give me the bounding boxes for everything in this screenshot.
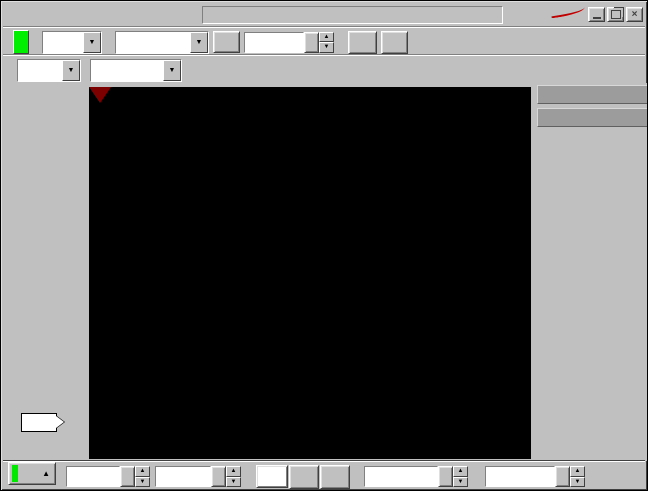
measurement-toolbar: ▼ ▼	[3, 55, 645, 84]
increment-button[interactable]: ▲	[135, 466, 150, 477]
chevron-down-icon[interactable]: ▼	[163, 59, 181, 81]
acq-mode-select[interactable]: ▼	[42, 30, 102, 54]
readout-panel	[537, 85, 647, 459]
keypad-icon[interactable]	[120, 466, 135, 487]
minimize-button[interactable]	[588, 7, 605, 22]
trigger-slope-button[interactable]	[213, 31, 240, 53]
vertical-offset-field[interactable]	[155, 466, 211, 487]
measurement-group-select[interactable]: ▼	[90, 58, 182, 82]
horizontal-position-field[interactable]	[485, 466, 555, 487]
decrement-button[interactable]: ▼	[453, 476, 468, 487]
measurement-category-select[interactable]: ▼	[17, 58, 81, 82]
chevron-up-icon: ▲	[42, 469, 50, 478]
keypad-icon[interactable]	[555, 466, 570, 487]
trigger-level-stepper: ▲ ▼	[319, 31, 334, 53]
horizontal-scale-stepper: ▲ ▼	[453, 466, 468, 487]
decrement-button[interactable]: ▼	[226, 476, 241, 487]
marker-arrow-icon	[56, 416, 64, 428]
chevron-down-icon[interactable]: ▼	[83, 31, 101, 53]
oscilloscope-app-window: × ▼ ▼ ▲ ▼ ▼ ▼ ▲ ▲ ▼ ▲ ▼ ▲ ▼ ▲ ▼	[0, 0, 648, 491]
vertical-scale-field[interactable]	[66, 466, 120, 487]
measurement-panel-header	[537, 108, 647, 127]
decrement-button[interactable]: ▼	[135, 476, 150, 487]
timebase-view-control	[256, 464, 350, 489]
vertical-scale-stepper: ▲ ▼	[135, 466, 150, 487]
horizontal-position-stepper: ▲ ▼	[570, 466, 585, 487]
trigger-source-select[interactable]: ▼	[115, 30, 209, 54]
vertical-scale-control: ▲ ▼	[66, 465, 150, 488]
channel-color-bar	[12, 465, 18, 482]
graticule-svg	[89, 87, 389, 237]
menu-bar: ×	[3, 3, 645, 26]
close-button[interactable]: ×	[626, 7, 643, 22]
zoom-2-button[interactable]	[320, 464, 350, 489]
increment-button[interactable]: ▲	[570, 466, 585, 477]
horizontal-scale-control: ▲ ▼	[364, 465, 468, 488]
keypad-icon[interactable]	[304, 31, 319, 53]
set-level-50-button[interactable]	[348, 30, 377, 54]
restore-icon	[610, 10, 621, 19]
increment-button[interactable]: ▲	[319, 31, 334, 42]
context-help-button[interactable]	[381, 30, 408, 54]
keypad-icon[interactable]	[438, 466, 453, 487]
waveform-panel-header	[537, 85, 647, 104]
graticule-display[interactable]	[89, 87, 531, 459]
trigger-level-field[interactable]	[244, 31, 304, 53]
bottom-control-bar: ▲ ▲ ▼ ▲ ▼ ▲ ▼ ▲ ▼	[3, 461, 645, 490]
channel-position-marker[interactable]	[21, 413, 64, 432]
increment-button[interactable]: ▲	[226, 466, 241, 477]
minimize-icon	[592, 17, 601, 19]
vertical-offset-stepper: ▲ ▼	[226, 466, 241, 487]
channel-select-button[interactable]: ▲	[8, 462, 56, 485]
run-stop-button[interactable]	[13, 30, 29, 54]
keypad-icon[interactable]	[211, 466, 226, 487]
main-timebase-button[interactable]	[256, 465, 288, 488]
window-controls: ×	[588, 7, 645, 22]
trigger-position-marker[interactable]	[89, 87, 111, 103]
waveform-window	[3, 83, 647, 461]
horizontal-scale-field[interactable]	[364, 466, 438, 487]
vertical-offset-control: ▲ ▼	[155, 465, 241, 488]
zoom-1-button[interactable]	[289, 464, 319, 489]
close-icon: ×	[631, 8, 638, 20]
decrement-button[interactable]: ▼	[570, 476, 585, 487]
increment-button[interactable]: ▲	[453, 466, 468, 477]
restore-button[interactable]	[607, 7, 624, 22]
chevron-down-icon[interactable]: ▼	[190, 31, 208, 53]
main-toolbar: ▼ ▼ ▲ ▼	[3, 27, 645, 56]
chevron-down-icon[interactable]: ▼	[62, 59, 80, 81]
decrement-button[interactable]: ▼	[319, 42, 334, 53]
horizontal-position-control: ▲ ▼	[485, 465, 585, 488]
trigger-status	[202, 5, 503, 24]
